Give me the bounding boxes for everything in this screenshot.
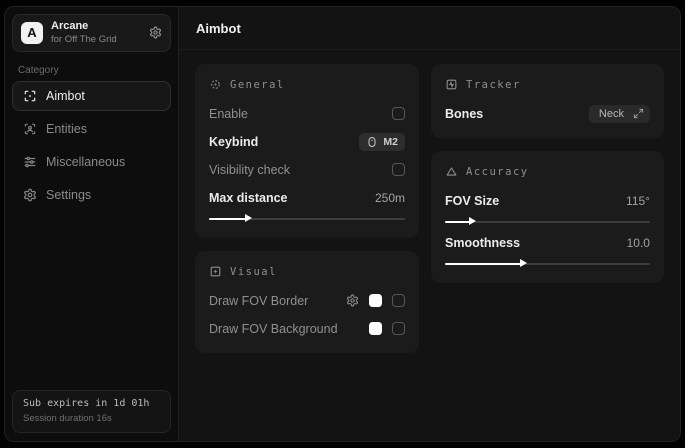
sidebar-item-entities[interactable]: Entities — [12, 114, 171, 144]
sidebar-item-aimbot[interactable]: Aimbot — [12, 81, 171, 111]
keybind-row: Keybind M2 — [209, 130, 405, 153]
main-header: Aimbot — [179, 7, 680, 50]
app-window: A Arcane for Off The Grid Category Aimbo… — [4, 6, 681, 442]
gear-icon — [23, 188, 37, 202]
max-distance-label: Max distance — [209, 191, 288, 205]
draw-fov-border-row: Draw FOV Border — [209, 289, 405, 312]
gear-icon[interactable] — [346, 294, 359, 307]
subscription-expiry-text: Sub expires in 1d 01h — [23, 398, 160, 409]
image-sparkle-icon — [209, 265, 222, 278]
main-panel: Aimbot General Enable — [179, 7, 680, 441]
bones-selected-value: Neck — [599, 108, 624, 120]
brand-name: Arcane — [51, 20, 117, 34]
brand-logo: A — [21, 22, 43, 44]
bones-select[interactable]: Neck — [589, 105, 650, 123]
draw-fov-background-label: Draw FOV Background — [209, 322, 338, 336]
fov-background-color-swatch[interactable] — [369, 322, 382, 335]
crosshair-icon — [209, 78, 222, 91]
card-title: Visual — [230, 266, 277, 278]
sidebar-item-miscellaneous[interactable]: Miscellaneous — [12, 147, 171, 177]
slider-handle[interactable] — [245, 214, 252, 222]
enable-checkbox[interactable] — [392, 107, 405, 120]
smoothness-slider[interactable] — [445, 259, 650, 268]
fov-size-row: FOV Size 115° — [445, 189, 650, 212]
content-grid: General Enable Keybind M2 — [179, 50, 680, 367]
fov-size-label: FOV Size — [445, 194, 499, 208]
session-duration-text: Session duration 16s — [23, 413, 160, 424]
subscription-status-card: Sub expires in 1d 01h Session duration 1… — [12, 390, 171, 433]
smoothness-row: Smoothness 10.0 — [445, 231, 650, 254]
visibility-check-label: Visibility check — [209, 163, 290, 177]
sidebar: A Arcane for Off The Grid Category Aimbo… — [5, 7, 179, 441]
activity-icon — [445, 78, 458, 91]
entities-scan-icon — [23, 122, 37, 136]
fov-border-color-swatch[interactable] — [369, 294, 382, 307]
visual-card: Visual Draw FOV Border Draw — [195, 251, 419, 353]
max-distance-row: Max distance 250m — [209, 186, 405, 209]
page-title: Aimbot — [196, 21, 241, 36]
draw-fov-background-row: Draw FOV Background — [209, 317, 405, 340]
brand-card: A Arcane for Off The Grid — [12, 14, 171, 52]
bones-row: Bones Neck — [445, 102, 650, 125]
gear-icon[interactable] — [149, 26, 162, 39]
slider-handle[interactable] — [469, 217, 476, 225]
enable-row: Enable — [209, 102, 405, 125]
enable-label: Enable — [209, 107, 248, 121]
card-title: General — [230, 79, 285, 91]
sidebar-item-label: Miscellaneous — [46, 155, 125, 169]
accuracy-card: Accuracy FOV Size 115° Smoothness 10.0 — [431, 151, 664, 283]
max-distance-value: 250m — [375, 191, 405, 205]
angle-icon — [445, 165, 458, 178]
mouse-icon — [366, 136, 378, 148]
visibility-check-checkbox[interactable] — [392, 163, 405, 176]
tracker-card: Tracker Bones Neck — [431, 64, 664, 138]
fov-size-slider[interactable] — [445, 217, 650, 226]
sidebar-item-label: Aimbot — [46, 89, 85, 103]
slider-handle[interactable] — [520, 259, 527, 267]
crosshair-target-icon — [23, 89, 37, 103]
draw-fov-background-checkbox[interactable] — [392, 322, 405, 335]
visibility-check-row: Visibility check — [209, 158, 405, 181]
category-label: Category — [18, 65, 165, 76]
keybind-button[interactable]: M2 — [359, 133, 405, 151]
smoothness-label: Smoothness — [445, 236, 520, 250]
card-title: Accuracy — [466, 166, 529, 178]
fov-size-value: 115° — [626, 194, 650, 208]
sidebar-item-label: Settings — [46, 188, 91, 202]
card-title: Tracker — [466, 79, 521, 91]
draw-fov-border-checkbox[interactable] — [392, 294, 405, 307]
max-distance-slider[interactable] — [209, 214, 405, 223]
sliders-icon — [23, 155, 37, 169]
keybind-label: Keybind — [209, 135, 258, 149]
sidebar-item-label: Entities — [46, 122, 87, 136]
general-card: General Enable Keybind M2 — [195, 64, 419, 238]
bones-label: Bones — [445, 107, 483, 121]
brand-subtitle: for Off The Grid — [51, 34, 117, 46]
expand-icon — [633, 108, 644, 119]
draw-fov-border-label: Draw FOV Border — [209, 294, 308, 308]
keybind-value: M2 — [383, 136, 398, 148]
smoothness-value: 10.0 — [627, 236, 650, 250]
sidebar-item-settings[interactable]: Settings — [12, 180, 171, 210]
